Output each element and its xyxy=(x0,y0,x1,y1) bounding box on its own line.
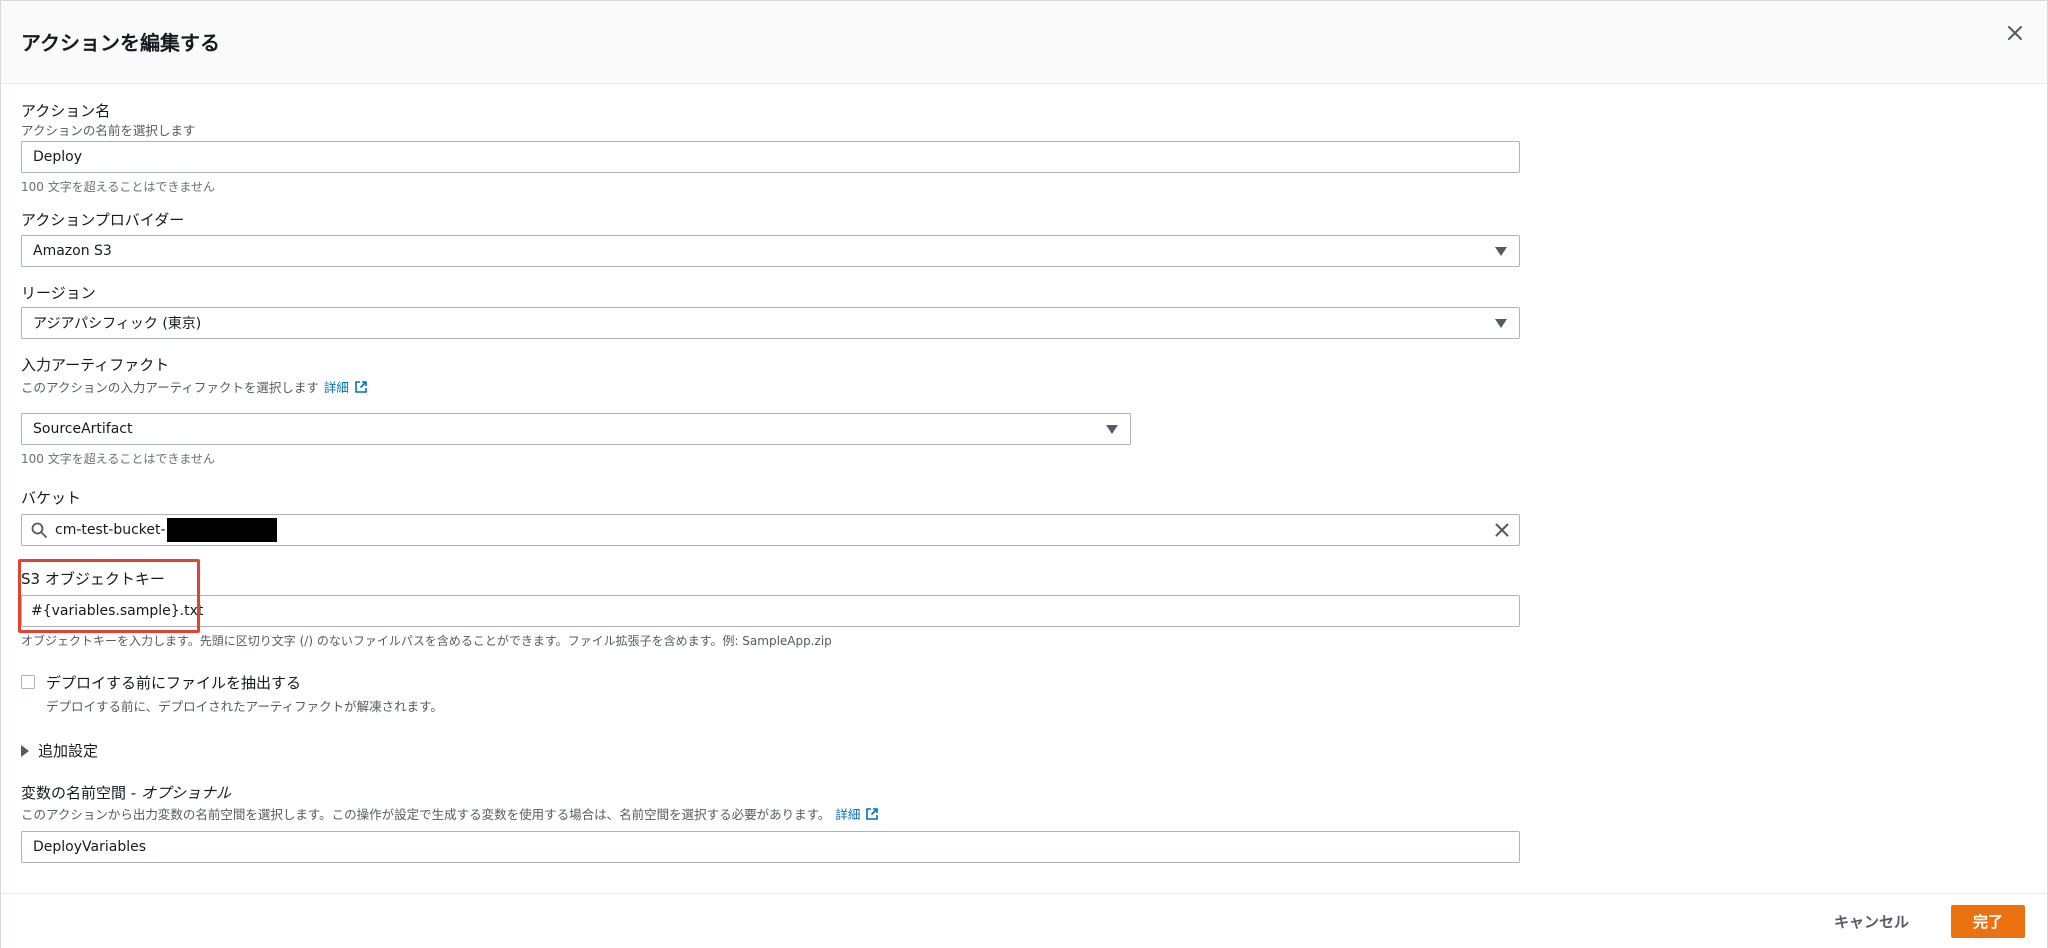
search-icon xyxy=(31,522,47,538)
action-provider-label: アクションプロバイダー xyxy=(21,209,184,230)
input-artifact-description-text: このアクションの入力アーティファクトを選択します xyxy=(21,377,319,396)
s3-object-key-help: オブジェクトキーを入力します。先頭に区切り文字 (/) のないファイルパスを含め… xyxy=(21,632,832,649)
variable-namespace-value: DeployVariables xyxy=(33,839,146,855)
extract-label: デプロイする前にファイルを抽出する xyxy=(46,672,443,693)
input-artifact-constraint: 100 文字を超えることはできません xyxy=(21,450,215,467)
input-artifact-value: SourceArtifact xyxy=(33,421,133,437)
additional-settings-expander[interactable]: 追加設定 xyxy=(21,740,98,761)
input-artifact-select[interactable]: SourceArtifact xyxy=(21,413,1131,445)
modal-header: アクションを編集する xyxy=(1,1,2047,84)
bucket-search-input[interactable]: cm-test-bucket- xyxy=(21,514,1520,546)
s3-object-key-help-text: オブジェクトキーを入力します。先頭に区切り文字 (/) のないファイルパスを含め… xyxy=(21,632,832,649)
variable-namespace-label: 変数の名前空間 - オプショナル xyxy=(21,782,231,803)
modal-title: アクションを編集する xyxy=(21,27,220,56)
s3-object-key-value: #{variables.sample}.txt xyxy=(31,603,203,619)
action-name-value: Deploy xyxy=(33,149,82,165)
action-name-constraint: 100 文字を超えることはできません xyxy=(21,178,215,195)
s3-object-key-label: S3 オブジェクトキー xyxy=(21,568,165,589)
input-artifact-info-link[interactable]: 詳細 xyxy=(324,377,368,396)
caret-down-icon xyxy=(1106,425,1118,434)
redacted-block xyxy=(167,518,277,542)
s3-object-key-input[interactable]: #{variables.sample}.txt xyxy=(21,595,1520,627)
variable-namespace-input[interactable]: DeployVariables xyxy=(21,831,1520,863)
external-link-icon xyxy=(354,380,368,394)
caret-down-icon xyxy=(1495,247,1507,256)
variable-namespace-description: このアクションから出力変数の名前空間を選択します。この操作が設定で生成する変数を… xyxy=(21,804,879,823)
modal-footer: キャンセル 完了 xyxy=(1,893,2047,948)
region-select[interactable]: アジアパシフィック (東京) xyxy=(21,307,1520,339)
extract-checkbox[interactable] xyxy=(21,675,35,689)
caret-right-icon xyxy=(21,745,29,757)
extract-description: デプロイする前に、デプロイされたアーティファクトが解凍されます。 xyxy=(46,696,443,715)
bucket-value: cm-test-bucket- xyxy=(55,522,166,538)
variable-namespace-description-text: このアクションから出力変数の名前空間を選択します。この操作が設定で生成する変数を… xyxy=(21,804,830,823)
action-name-input[interactable]: Deploy xyxy=(21,141,1520,173)
action-name-description-text: アクションの名前を選択します xyxy=(21,120,195,139)
optional-tag: オプショナル xyxy=(141,784,231,802)
clear-icon[interactable] xyxy=(1495,523,1509,537)
variable-namespace-label-text: 変数の名前空間 - xyxy=(21,784,141,802)
close-button[interactable] xyxy=(2001,19,2029,47)
region-value: アジアパシフィック (東京) xyxy=(33,313,201,333)
info-link-label: 詳細 xyxy=(324,377,349,396)
close-icon xyxy=(2007,25,2023,41)
input-artifact-label: 入力アーティファクト xyxy=(21,354,169,375)
variable-namespace-info-link[interactable]: 詳細 xyxy=(835,804,879,823)
info-link-label: 詳細 xyxy=(835,804,860,823)
external-link-icon xyxy=(865,807,879,821)
edit-action-modal: アクションを編集する アクション名 アクションの名前を選択します Deploy … xyxy=(0,0,2048,948)
additional-settings-label: 追加設定 xyxy=(38,740,98,761)
action-name-label: アクション名 xyxy=(21,100,110,121)
extract-option: デプロイする前にファイルを抽出する デプロイする前に、デプロイされたアーティファ… xyxy=(21,672,443,715)
input-artifact-description: このアクションの入力アーティファクトを選択します 詳細 xyxy=(21,377,368,396)
cancel-button[interactable]: キャンセル xyxy=(1834,911,1909,932)
action-provider-select[interactable]: Amazon S3 xyxy=(21,235,1520,267)
caret-down-icon xyxy=(1495,319,1507,328)
region-label: リージョン xyxy=(21,282,96,303)
action-provider-value: Amazon S3 xyxy=(33,243,112,259)
action-name-description: アクションの名前を選択します xyxy=(21,120,195,139)
done-button[interactable]: 完了 xyxy=(1951,905,2025,938)
bucket-label: バケット xyxy=(21,487,81,508)
